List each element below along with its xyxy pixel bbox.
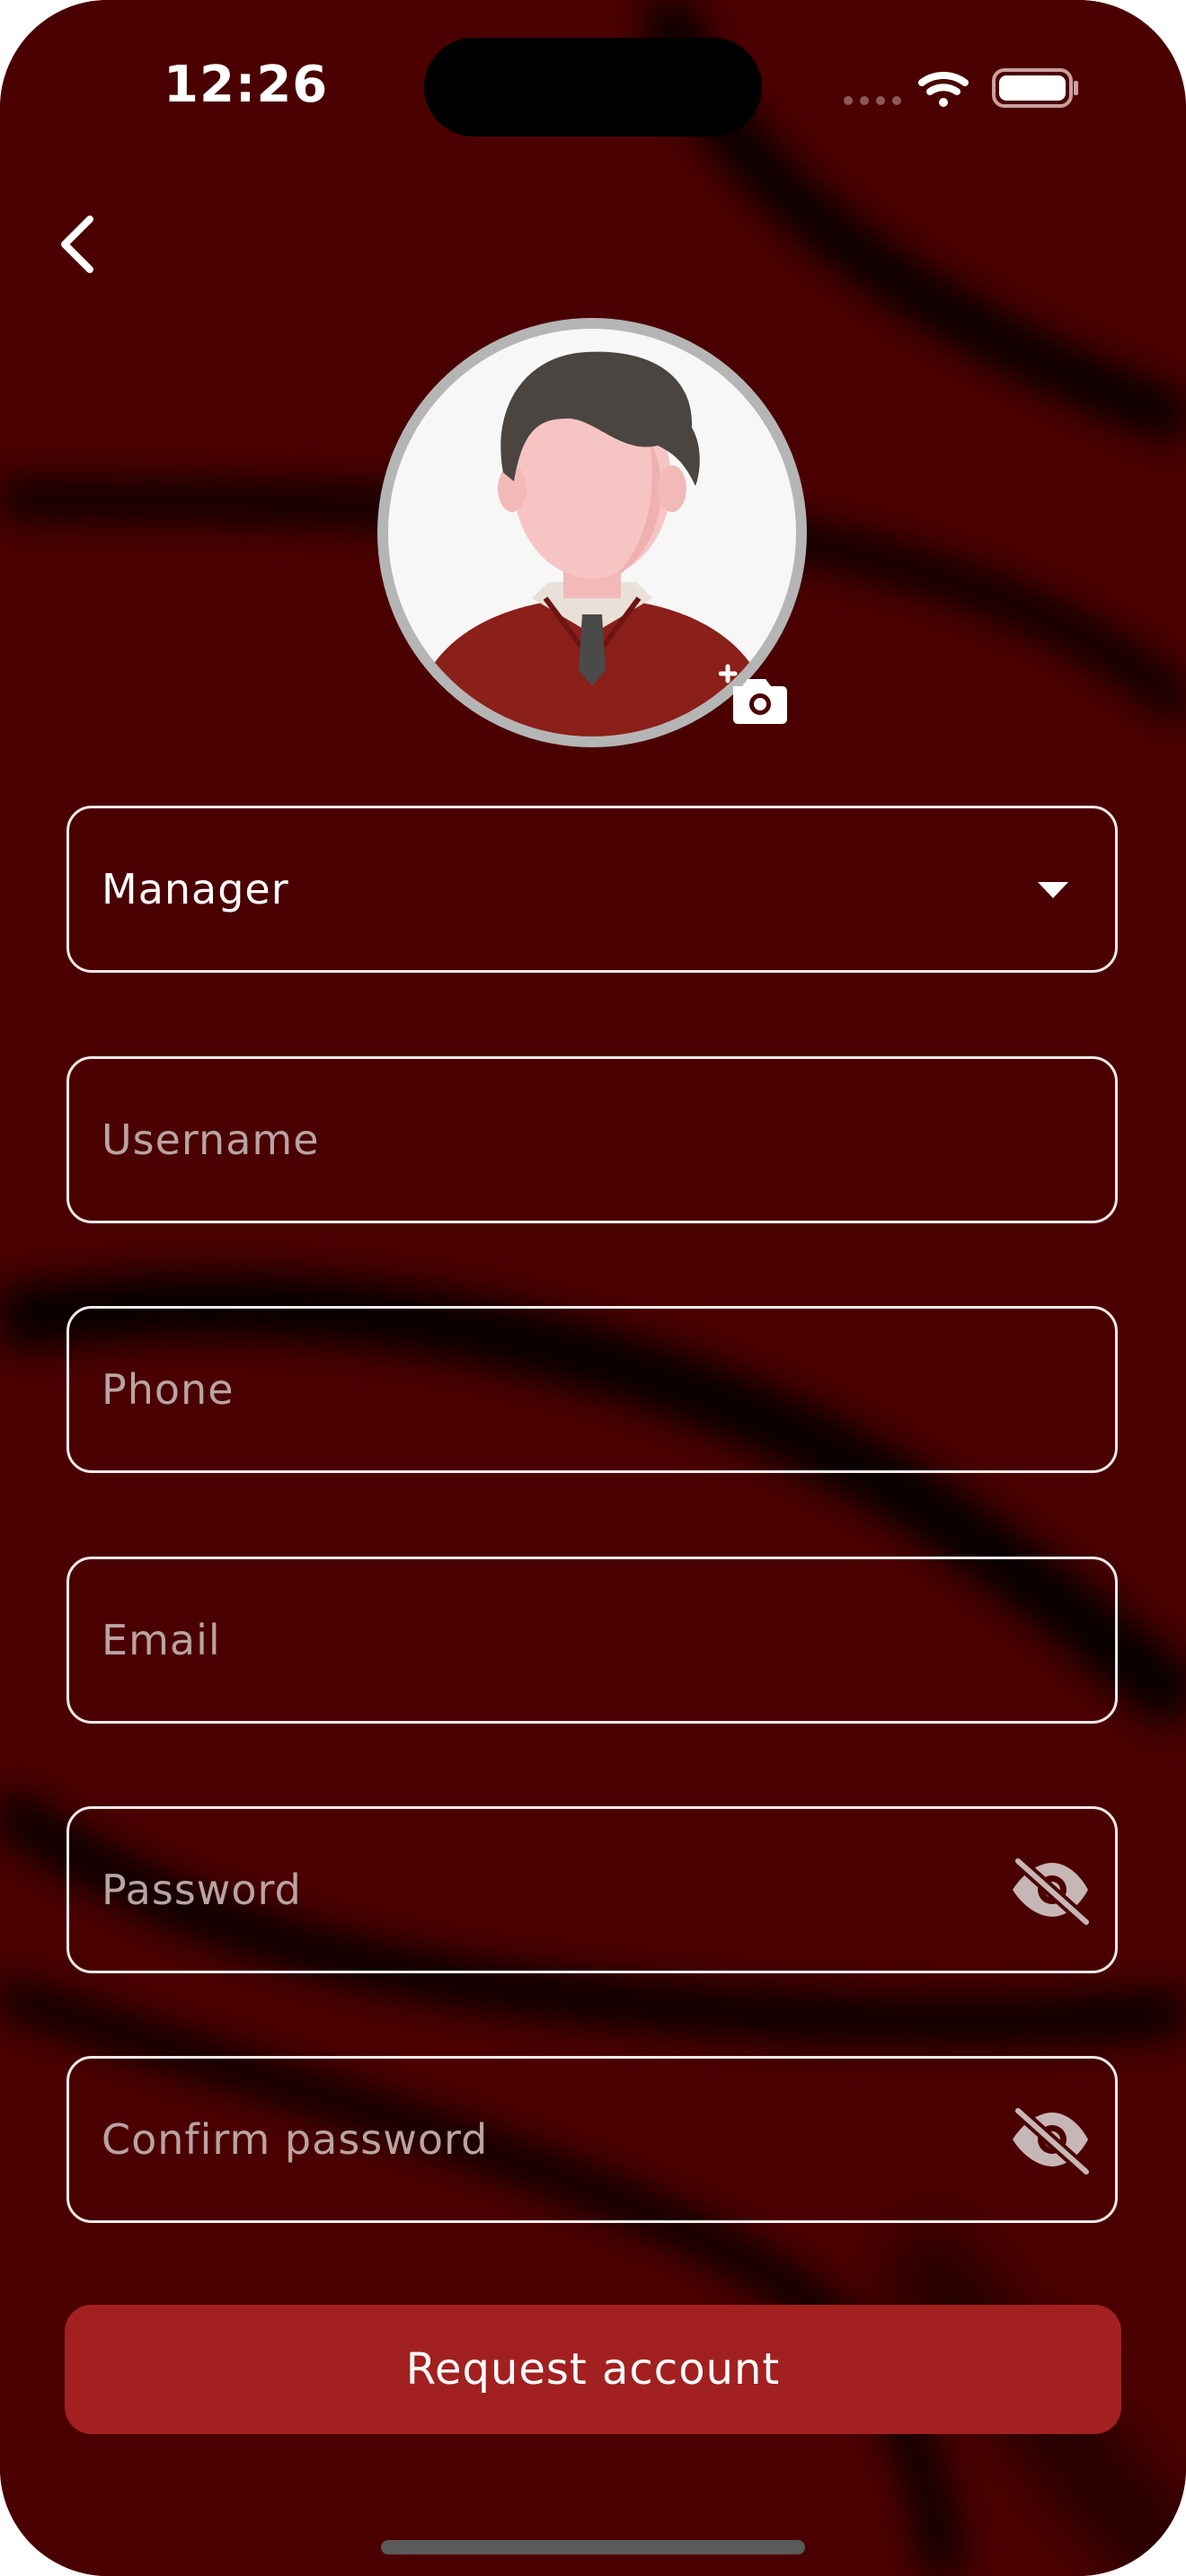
password-field[interactable]: Password [66,1806,1118,1973]
dynamic-island [424,38,762,137]
confirm-password-field[interactable]: Confirm password [66,2056,1118,2223]
status-time: 12:26 [164,56,329,114]
wifi-icon [918,72,969,107]
dropdown-caret-icon [1038,882,1068,898]
chevron-left-icon[interactable] [50,208,104,280]
email-field[interactable]: Email [66,1557,1118,1724]
status-icons [844,68,1078,108]
request-account-button[interactable]: Request account [65,2305,1121,2434]
role-select-value: Manager [102,865,289,913]
role-select[interactable]: Manager [66,806,1118,973]
username-placeholder: Username [102,1116,320,1164]
email-placeholder: Email [102,1616,221,1664]
battery-icon [992,68,1078,108]
phone-field[interactable]: Phone [66,1306,1118,1473]
password-placeholder: Password [102,1866,302,1914]
add-photo-camera-icon[interactable] [719,663,789,726]
cellular-dots-icon [844,96,901,105]
eye-off-icon[interactable] [1005,2104,1095,2175]
eye-off-icon[interactable] [1005,1854,1095,1926]
confirm-password-placeholder: Confirm password [102,2115,489,2164]
phone-placeholder: Phone [102,1365,235,1414]
username-field[interactable]: Username [66,1056,1118,1223]
home-indicator [381,2540,805,2554]
screen: 12:26 Manager Username Phone Email Passw… [0,0,1186,2576]
